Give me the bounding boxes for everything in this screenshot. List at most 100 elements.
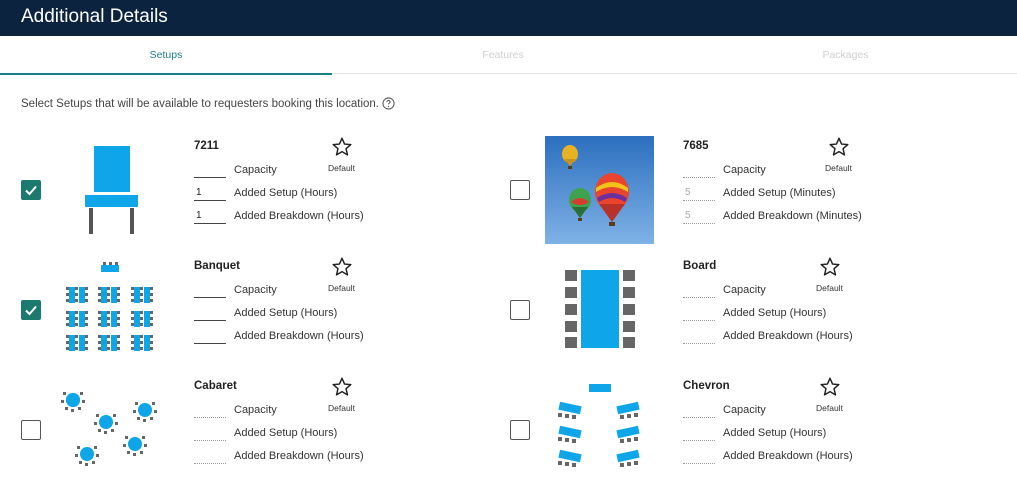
default-label: Default <box>328 403 355 413</box>
capacity-input[interactable] <box>194 403 226 418</box>
star-outline-icon[interactable] <box>331 376 353 398</box>
default-label: Default <box>816 283 843 293</box>
default-label: Default <box>328 283 355 293</box>
setup-checkbox-banquet[interactable] <box>21 300 41 320</box>
star-outline-icon[interactable] <box>331 256 353 278</box>
field-setup: Added Setup (Hours) <box>683 303 826 321</box>
star-outline-icon[interactable] <box>819 376 841 398</box>
field-label: Added Setup (Hours) <box>234 187 338 199</box>
intro-text: Select Setups that will be available to … <box>21 97 379 110</box>
setup-checkbox-7211[interactable] <box>21 180 41 200</box>
tab-setups[interactable]: Setups <box>0 36 332 75</box>
setup-name: Board <box>683 260 717 272</box>
setup-card-chevron: Chevron Default Capacity Added Setup (Ho… <box>510 376 940 478</box>
capacity-input[interactable] <box>683 403 715 418</box>
setup-name: Banquet <box>194 260 240 272</box>
field-setup: Added Setup (Hours) <box>194 423 337 441</box>
check-icon <box>25 305 37 316</box>
field-setup: Added Setup (Hours) <box>683 423 826 441</box>
field-label: Capacity <box>723 284 766 296</box>
setup-checkbox-chevron[interactable] <box>510 420 530 440</box>
setup-time-input[interactable]: 5 <box>683 186 715 201</box>
breakdown-time-input[interactable] <box>683 329 715 344</box>
star-outline-icon[interactable] <box>828 136 850 158</box>
setup-time-input[interactable] <box>194 426 226 441</box>
field-setup: 1 Added Setup (Hours) <box>194 183 337 201</box>
chevron-layout-icon <box>558 384 640 467</box>
setup-time-input[interactable] <box>683 306 715 321</box>
setup-card-7211: 7211 Default Capacity 1 Added Setup (Hou… <box>21 136 451 248</box>
star-outline-icon[interactable] <box>331 136 353 158</box>
setup-checkbox-board[interactable] <box>510 300 530 320</box>
setup-time-input[interactable] <box>683 426 715 441</box>
tab-packages[interactable]: Packages <box>674 36 1017 74</box>
board-layout-icon <box>565 270 635 348</box>
field-capacity: Capacity <box>683 280 766 298</box>
field-label: Capacity <box>234 284 277 296</box>
field-setup: 5 Added Setup (Minutes) <box>683 183 836 201</box>
field-breakdown: Added Breakdown (Hours) <box>683 326 853 344</box>
field-label: Capacity <box>234 404 277 416</box>
breakdown-time-input[interactable]: 1 <box>194 209 226 224</box>
field-label: Added Setup (Hours) <box>723 427 827 439</box>
field-label: Capacity <box>723 404 766 416</box>
breakdown-time-input[interactable]: 5 <box>683 209 715 224</box>
field-label: Added Setup (Hours) <box>234 307 338 319</box>
setup-checkbox-cabaret[interactable] <box>21 420 41 440</box>
setup-name: Chevron <box>683 380 730 392</box>
setup-card-7685: 7685 Default Capacity 5 Added Setup (Min… <box>510 136 940 248</box>
setup-name: Cabaret <box>194 380 237 392</box>
field-label: Added Breakdown (Minutes) <box>723 210 862 222</box>
cabaret-layout-icon <box>61 392 157 466</box>
setup-card-board: Board Default Capacity Added Setup (Hour… <box>510 256 940 368</box>
field-capacity: Capacity <box>194 400 277 418</box>
setup-card-cabaret: Cabaret Default Capacity Added Setup (Ho… <box>21 376 451 478</box>
chair-icon <box>85 146 138 234</box>
default-label: Default <box>816 403 843 413</box>
setup-card-banquet: Banquet Default Capacity Added Setup (Ho… <box>21 256 451 368</box>
setup-name: 7685 <box>683 140 709 152</box>
field-label: Added Setup (Hours) <box>723 307 827 319</box>
setup-name: 7211 <box>194 140 219 152</box>
tab-features[interactable]: Features <box>332 36 674 74</box>
banquet-layout-icon <box>66 262 153 351</box>
field-breakdown: 1 Added Breakdown (Hours) <box>194 206 364 224</box>
check-icon <box>25 185 37 196</box>
capacity-input[interactable] <box>683 283 715 298</box>
field-label: Added Breakdown (Hours) <box>723 450 853 462</box>
hot-air-balloons-photo <box>545 136 654 244</box>
header-bar: Additional Details <box>0 0 1017 36</box>
field-breakdown: Added Breakdown (Hours) <box>194 326 364 344</box>
tab-bar: Setups Features Packages <box>0 36 1017 75</box>
page-title: Additional Details <box>21 6 168 27</box>
intro-line: Select Setups that will be available to … <box>21 97 395 110</box>
star-outline-icon[interactable] <box>819 256 841 278</box>
field-label: Added Breakdown (Hours) <box>723 330 853 342</box>
setup-time-input[interactable]: 1 <box>194 186 226 201</box>
field-label: Added Breakdown (Hours) <box>234 210 364 222</box>
breakdown-time-input[interactable] <box>194 329 226 344</box>
field-breakdown: Added Breakdown (Hours) <box>194 446 364 464</box>
field-capacity: Capacity <box>683 400 766 418</box>
field-capacity: Capacity <box>194 160 277 178</box>
setup-checkbox-7685[interactable] <box>510 180 530 200</box>
capacity-input[interactable] <box>683 163 715 178</box>
breakdown-time-input[interactable] <box>194 449 226 464</box>
field-breakdown: Added Breakdown (Hours) <box>683 446 853 464</box>
default-label: Default <box>825 163 852 173</box>
setup-time-input[interactable] <box>194 306 226 321</box>
capacity-input[interactable] <box>194 283 226 298</box>
question-circle-icon[interactable] <box>382 97 395 110</box>
field-setup: Added Setup (Hours) <box>194 303 337 321</box>
breakdown-time-input[interactable] <box>683 449 715 464</box>
field-label: Added Setup (Minutes) <box>723 187 836 199</box>
field-capacity: Capacity <box>194 280 277 298</box>
capacity-input[interactable] <box>194 163 226 178</box>
field-breakdown: 5 Added Breakdown (Minutes) <box>683 206 862 224</box>
field-label: Added Breakdown (Hours) <box>234 330 364 342</box>
field-label: Added Breakdown (Hours) <box>234 450 364 462</box>
default-label: Default <box>328 163 355 173</box>
field-capacity: Capacity <box>683 160 766 178</box>
field-label: Capacity <box>723 164 766 176</box>
field-label: Added Setup (Hours) <box>234 427 338 439</box>
